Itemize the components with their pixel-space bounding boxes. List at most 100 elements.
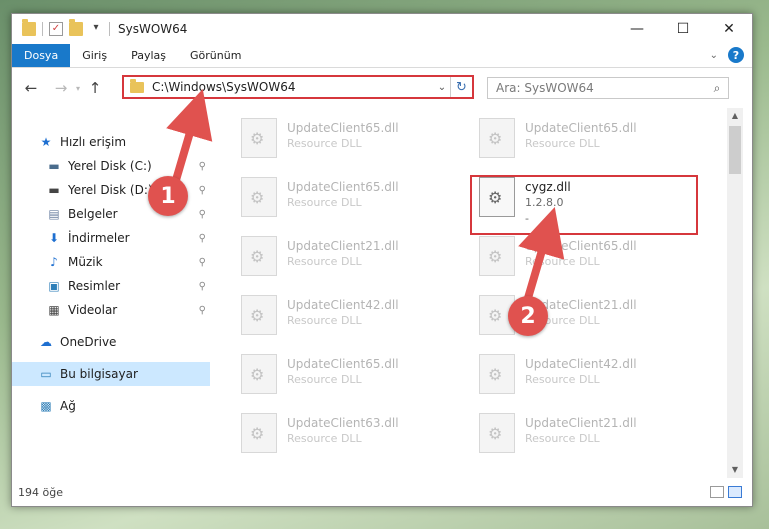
file-item[interactable]: UpdateClient42.dll Resource DLL — [473, 350, 693, 400]
search-icon[interactable]: ⌕ — [706, 81, 728, 96]
pin-icon: ⚲ — [198, 184, 206, 196]
star-icon: ★ — [40, 135, 52, 149]
customize-toolbar-icon[interactable]: ▾ — [89, 22, 103, 36]
tab-home[interactable]: Giriş — [70, 44, 119, 67]
drive-icon: ▬ — [48, 183, 60, 197]
minimize-button[interactable]: — — [614, 14, 660, 44]
details-view-icon[interactable] — [710, 486, 724, 498]
ribbon-tabs: Dosya Giriş Paylaş Görünüm ⌄ ? — [12, 44, 752, 68]
file-item[interactable]: UpdateClient42.dll Resource DLL — [235, 291, 455, 341]
address-bar[interactable]: C:\Windows\SysWOW64 ⌄ ↻ — [122, 75, 474, 99]
dll-file-icon — [241, 295, 277, 335]
sidebar-item-label: Resimler — [68, 279, 121, 293]
file-item[interactable]: UpdateClient21.dllResource DLL — [473, 291, 693, 341]
scroll-down-icon[interactable]: ▼ — [727, 462, 743, 478]
sidebar-item[interactable]: ▦ Videolar ⚲ — [12, 298, 210, 322]
file-text: UpdateClient42.dll Resource DLL — [287, 291, 399, 329]
folder-icon — [22, 19, 36, 36]
file-text: UpdateClient65.dll Resource DLL — [525, 232, 637, 270]
sidebar-item[interactable]: ▩ Ağ — [12, 394, 210, 418]
help-icon[interactable]: ? — [728, 47, 744, 63]
file-description: Resource DLL — [525, 373, 600, 386]
file-name: UpdateClient42.dll — [525, 357, 637, 371]
file-description: Resource DLL — [287, 432, 362, 445]
tab-view[interactable]: Görünüm — [178, 44, 253, 67]
scroll-up-icon[interactable]: ▲ — [727, 108, 743, 124]
file-item[interactable]: UpdateClient65.dll Resource DLL — [235, 173, 455, 223]
back-button[interactable]: ← — [20, 79, 42, 97]
sidebar-item[interactable]: ▬ Yerel Disk (C:) ⚲ — [12, 154, 210, 178]
file-item[interactable]: UpdateClient65.dll Resource DLL — [473, 232, 693, 282]
sidebar-item[interactable]: ⬇ İndirmeler ⚲ — [12, 226, 210, 250]
tab-file[interactable]: Dosya — [12, 44, 71, 67]
file-description: Resource DLL — [525, 137, 600, 150]
file-item[interactable]: UpdateClient21.dll Resource DLL — [473, 409, 693, 459]
dll-file-icon — [241, 354, 277, 394]
sidebar-item[interactable]: ☁ OneDrive — [12, 330, 210, 354]
recent-locations-chevron-icon[interactable]: ▾ — [72, 84, 84, 93]
search-input[interactable]: Ara: SysWOW64 ⌕ — [487, 77, 729, 99]
address-path[interactable]: C:\Windows\SysWOW64 — [152, 80, 434, 94]
file-text: UpdateClient42.dll Resource DLL — [525, 350, 637, 388]
download-icon: ⬇ — [48, 231, 60, 245]
navigation-pane: ★ Hızlı erişim ▬ Yerel Disk (C:) ⚲ ▬ Yerel Dis… — [12, 108, 210, 478]
sidebar-item-label: Belgeler — [68, 207, 118, 221]
sidebar-item[interactable]: ▣ Resimler ⚲ — [12, 274, 210, 298]
scroll-thumb[interactable] — [729, 126, 741, 174]
file-description: Resource DLL — [287, 373, 362, 386]
close-button[interactable]: ✕ — [706, 14, 752, 44]
quick-access-toolbar: ✓ ▾ — [12, 19, 110, 36]
view-toggle — [710, 486, 742, 498]
new-folder-icon[interactable] — [69, 19, 83, 36]
dll-file-icon — [479, 413, 515, 453]
file-name: UpdateClient63.dll — [287, 416, 399, 430]
tab-share[interactable]: Paylaş — [119, 44, 178, 67]
file-name: UpdateClient65.dll — [287, 180, 399, 194]
large-icons-view-icon[interactable] — [728, 486, 742, 498]
properties-icon[interactable]: ✓ — [49, 22, 63, 36]
pin-icon: ⚲ — [198, 232, 206, 244]
pin-icon: ⚲ — [198, 304, 206, 316]
file-description: Resource DLL — [287, 314, 362, 327]
navigation-bar: ← → ▾ ↑ C:\Windows\SysWOW64 ⌄ ↻ Ara: Sys… — [12, 68, 752, 108]
maximize-button[interactable]: ☐ — [660, 14, 706, 44]
file-description: Resource DLL — [525, 432, 600, 445]
file-name: UpdateClient21.dll — [525, 416, 637, 430]
sidebar-item[interactable]: ★ Hızlı erişim — [12, 130, 210, 154]
explorer-window: ✓ ▾ SysWOW64 — ☐ ✕ Dosya Giriş Paylaş Gö… — [11, 13, 753, 507]
chevron-down-icon[interactable]: ⌄ — [710, 50, 718, 61]
dll-file-icon — [479, 236, 515, 276]
up-button[interactable]: ↑ — [84, 79, 106, 97]
file-item[interactable]: UpdateClient65.dll Resource DLL — [235, 114, 455, 164]
sidebar-item-label: İndirmeler — [68, 231, 130, 245]
sidebar-item[interactable]: ♪ Müzik ⚲ — [12, 250, 210, 274]
ribbon-right-controls: ⌄ ? — [710, 47, 744, 63]
sidebar-item-label: Videolar — [68, 303, 118, 317]
file-text: UpdateClient21.dll Resource DLL — [287, 232, 399, 270]
cloud-icon: ☁ — [40, 335, 52, 349]
network-icon: ▩ — [40, 399, 52, 413]
pictures-icon: ▣ — [48, 279, 60, 293]
forward-button[interactable]: → — [50, 79, 72, 97]
file-description: Resource DLL — [287, 137, 362, 150]
file-name: UpdateClient42.dll — [287, 298, 399, 312]
file-item[interactable]: UpdateClient63.dll Resource DLL — [235, 409, 455, 459]
vertical-scrollbar[interactable]: ▲ ▼ — [727, 108, 743, 478]
folder-icon — [130, 78, 144, 93]
sidebar-item-label: Bu bilgisayar — [60, 367, 138, 381]
dll-file-icon — [479, 354, 515, 394]
refresh-icon[interactable]: ↻ — [450, 77, 472, 97]
chevron-down-icon[interactable]: ⌄ — [434, 82, 450, 93]
file-item[interactable]: UpdateClient65.dll Resource DLL — [473, 114, 693, 164]
documents-icon: ▤ — [48, 207, 60, 221]
annotation-badge-2: 2 — [508, 296, 548, 336]
sidebar-item[interactable]: ▭ Bu bilgisayar — [12, 362, 210, 386]
file-item[interactable]: UpdateClient65.dll Resource DLL — [235, 350, 455, 400]
file-item[interactable]: UpdateClient21.dllResource DLL — [235, 232, 455, 282]
music-icon: ♪ — [50, 255, 58, 269]
computer-icon: ▭ — [40, 367, 52, 381]
dll-file-icon — [241, 118, 277, 158]
file-description: Resource DLL — [287, 255, 362, 268]
search-placeholder[interactable]: Ara: SysWOW64 — [496, 81, 706, 95]
sidebar-item-label: Ağ — [60, 399, 76, 413]
